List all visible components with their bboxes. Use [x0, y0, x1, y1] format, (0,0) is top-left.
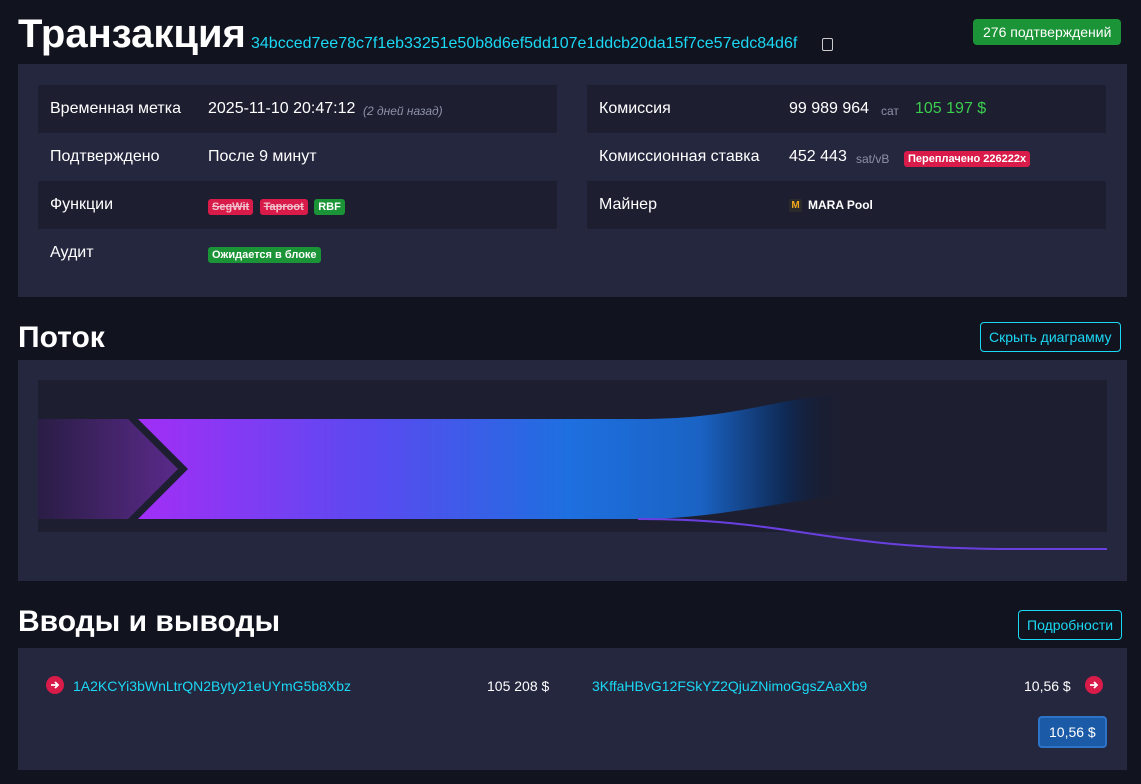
feerate-unit: sat/vB [856, 152, 890, 166]
miner-row: Майнер M MARA Pool [587, 181, 1106, 229]
miner-value[interactable]: MARA Pool [808, 198, 873, 212]
input-amount: 105 208 $ [487, 678, 550, 694]
timestamp-value: 2025-11-10 20:47:12 [208, 100, 356, 117]
miner-label: Майнер [599, 196, 657, 213]
fee-unit: сат [881, 104, 899, 118]
hide-diagram-button[interactable]: Скрыть диаграмму [980, 322, 1121, 352]
total-amount-badge: 10,56 $ [1038, 716, 1107, 748]
flow-diagram [38, 380, 1107, 560]
feature-tag-segwit: SegWit [208, 199, 254, 215]
audit-badge: Ожидается в блоке [208, 247, 321, 263]
feerate-value: 452 443 [789, 148, 847, 165]
page-title: Транзакция [18, 12, 246, 56]
input-arrow-icon[interactable] [46, 676, 64, 694]
feerate-label: Комиссионная ставка [599, 148, 760, 165]
fee-sat-value: 99 989 964 [789, 100, 870, 117]
output-arrow-icon[interactable] [1085, 676, 1103, 694]
features-row: Функции SegWit Taproot RBF [38, 181, 557, 229]
feature-tag-rbf: RBF [314, 199, 345, 215]
output-address-link[interactable]: 3KffaHBvG12FSkYZ2QjuZNimoGgsZAaXb9 [592, 678, 867, 694]
io-title: Вводы и выводы [18, 605, 281, 638]
mara-pool-logo-icon: M [789, 198, 802, 212]
timestamp-ago: (2 дней назад) [363, 104, 443, 118]
details-button[interactable]: Подробности [1018, 610, 1123, 640]
flow-panel [18, 360, 1127, 581]
audit-row: Аудит Ожидается в блоке [38, 229, 557, 277]
flow-title: Поток [18, 321, 105, 354]
audit-label: Аудит [50, 244, 94, 261]
confirmations-badge: 276 подтверждений [973, 19, 1122, 45]
input-address-link[interactable]: 1A2KCYi3bWnLtrQN2Byty21eUYmG5b8Xbz [73, 678, 351, 694]
timestamp-label: Временная метка [50, 100, 181, 117]
confirmed-row: Подтверждено После 9 минут [38, 133, 557, 181]
feature-tag-taproot: Taproot [259, 199, 308, 215]
fee-row: Комиссия 99 989 964 сат 105 197 $ [587, 85, 1106, 133]
output-amount: 10,56 $ [1024, 678, 1071, 694]
timestamp-row: Временная метка 2025-11-10 20:47:12 (2 д… [38, 85, 557, 133]
feerate-row: Комиссионная ставка 452 443 sat/vB Переп… [587, 133, 1106, 181]
fee-usd-value: 105 197 $ [915, 100, 987, 117]
features-label: Функции [50, 196, 114, 213]
confirmed-label: Подтверждено [50, 148, 160, 165]
io-panel: 1A2KCYi3bWnLtrQN2Byty21eUYmG5b8Xbz 105 2… [18, 648, 1127, 770]
confirmed-value: После 9 минут [208, 148, 317, 165]
txid-link[interactable]: 34bcced7ee78c7f1eb33251e50b8d6ef5dd107e1… [251, 35, 797, 53]
overpaid-badge: Переплачено 226222x [904, 151, 1031, 167]
details-panel: Временная метка 2025-11-10 20:47:12 (2 д… [18, 64, 1127, 297]
fee-label: Комиссия [599, 100, 671, 117]
copy-icon[interactable] [822, 38, 833, 51]
